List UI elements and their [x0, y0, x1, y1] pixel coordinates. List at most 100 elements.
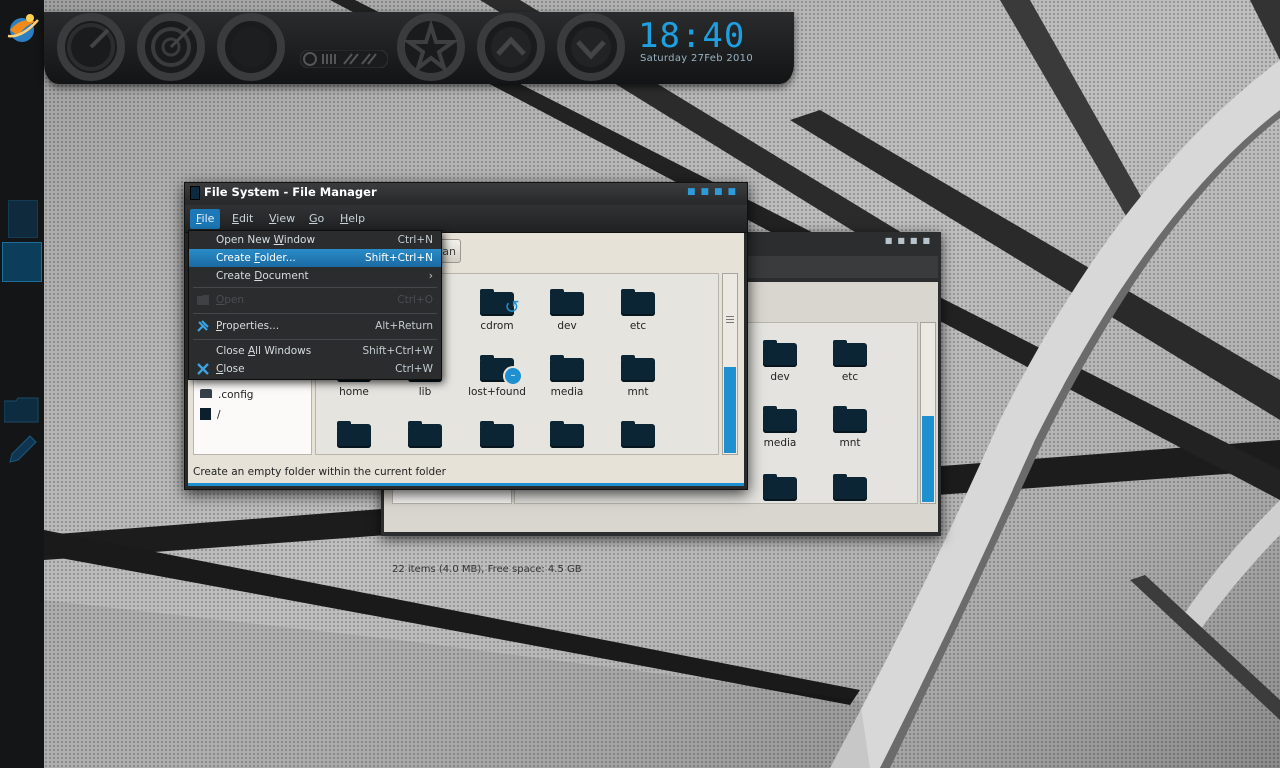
window-app-icon[interactable] — [190, 186, 200, 200]
close-icon — [197, 363, 209, 375]
menuitem-create-folder[interactable]: Create Folder... Shift+Ctrl+N — [189, 249, 441, 267]
file-label: cdrom — [480, 320, 514, 332]
menuitem-create-document[interactable]: Create Document › — [189, 267, 441, 285]
accelerator: Ctrl+N — [397, 234, 433, 246]
file-label: dev — [770, 371, 790, 383]
file-label: mnt — [627, 386, 649, 398]
accelerator: Ctrl+W — [395, 363, 433, 375]
status-accent-line — [188, 483, 744, 486]
file-item[interactable] — [462, 421, 532, 452]
menuitem-open-new-window[interactable]: Open New Window Ctrl+N — [189, 231, 441, 249]
status-bar: Create an empty folder within the curren… — [193, 466, 446, 478]
workspace-2-button[interactable] — [2, 242, 42, 282]
open-folder-icon — [197, 295, 209, 305]
file-item[interactable]: etc — [815, 340, 885, 383]
file-item[interactable] — [390, 421, 460, 452]
folder-icon — [833, 406, 867, 433]
file-item[interactable] — [319, 421, 389, 452]
window-titlebar[interactable]: File System - File Manager ■■■■ — [185, 183, 747, 201]
file-item[interactable]: media — [745, 406, 815, 449]
top-panel: 18:40 Saturday 27Feb 2010 — [44, 12, 794, 84]
menuitem-close[interactable]: Close Ctrl+W — [189, 360, 441, 378]
file-item[interactable] — [603, 421, 673, 452]
file-item-cdrom[interactable]: ↺ cdrom — [462, 289, 532, 332]
menu-separator — [193, 313, 437, 314]
target-gauge-icon[interactable] — [136, 12, 206, 82]
file-item[interactable]: mnt — [815, 406, 885, 449]
sidebar-item-label: / — [217, 409, 221, 421]
accelerator: Shift+Ctrl+W — [362, 345, 433, 357]
file-item-etc[interactable]: etc — [603, 289, 673, 332]
drive-icon — [200, 408, 211, 420]
down-arrow-launcher-icon[interactable] — [556, 12, 626, 82]
folder-icon — [480, 421, 514, 448]
left-dock — [0, 0, 44, 768]
file-label: media — [550, 386, 584, 398]
app-menu-logo-icon[interactable] — [4, 8, 40, 48]
file-item-dev[interactable]: dev — [532, 289, 602, 332]
ring-gauge-icon[interactable] — [216, 12, 286, 82]
menuitem-open: Open Ctrl+O — [189, 291, 441, 309]
file-label: etc — [841, 371, 859, 383]
window-controls[interactable]: ■■■■ — [885, 236, 935, 245]
folder-icon — [833, 474, 867, 501]
file-label: lost+found — [468, 386, 526, 398]
file-label: etc — [629, 320, 647, 332]
menubar: File Edit View Go Help — [185, 205, 747, 233]
scrollbar-thumb[interactable] — [922, 416, 934, 502]
menuitem-close-all-windows[interactable]: Close All Windows Shift+Ctrl+W — [189, 342, 441, 360]
menu-file[interactable]: File — [190, 209, 221, 229]
star-launcher-icon[interactable] — [396, 12, 466, 82]
pencil-launcher-icon[interactable] — [4, 432, 40, 466]
file-menu-dropdown: Open New Window Ctrl+N Create Folder... … — [188, 230, 442, 380]
menuitem-properties[interactable]: Properties... Alt+Return — [189, 317, 441, 335]
sidebar-item-root[interactable]: / — [200, 407, 221, 423]
file-label: mnt — [839, 437, 861, 449]
file-item-mnt[interactable]: mnt — [603, 355, 673, 398]
up-arrow-launcher-icon[interactable] — [476, 12, 546, 82]
vertical-scrollbar[interactable] — [722, 273, 738, 455]
file-label: media — [763, 437, 797, 449]
back-status-bar: 22 items (4.0 MB), Free space: 4.5 GB — [392, 564, 582, 575]
workspace-1-button[interactable] — [8, 200, 38, 238]
menu-separator — [193, 339, 437, 340]
sidebar-item-config[interactable]: .config — [200, 387, 253, 403]
menu-separator — [193, 287, 437, 288]
file-item[interactable] — [745, 474, 815, 505]
folder-icon — [621, 355, 655, 382]
system-tray[interactable] — [300, 50, 388, 68]
menu-edit[interactable]: Edit — [226, 209, 259, 229]
folder-icon — [550, 421, 584, 448]
symlink-arrow-icon: ↺ — [504, 297, 520, 318]
menu-go[interactable]: Go — [303, 209, 330, 229]
folder-icon — [763, 340, 797, 367]
accelerator: Shift+Ctrl+N — [365, 252, 433, 264]
scrollbar-grip — [726, 316, 734, 324]
folder-icon — [763, 406, 797, 433]
menu-view[interactable]: View — [263, 209, 301, 229]
folder-icon — [833, 340, 867, 367]
file-item-lost-found[interactable]: – lost+found — [462, 355, 532, 398]
folder-launcher-icon[interactable] — [3, 395, 40, 425]
folder-icon — [200, 389, 212, 398]
restricted-badge-icon: – — [503, 366, 523, 386]
window-controls[interactable]: ■■■■ — [687, 183, 741, 201]
clock-time: 18:40 — [638, 16, 746, 56]
window-title: File System - File Manager — [204, 185, 377, 199]
clock-date: Saturday 27Feb 2010 — [640, 53, 753, 64]
back-scrollbar[interactable] — [920, 322, 936, 504]
folder-icon — [408, 421, 442, 448]
menu-help[interactable]: Help — [334, 209, 371, 229]
cpu-gauge-icon[interactable] — [56, 12, 126, 82]
folder-icon — [621, 289, 655, 316]
file-item[interactable] — [815, 474, 885, 505]
folder-icon — [763, 474, 797, 501]
file-label: home — [339, 386, 369, 398]
file-item[interactable] — [532, 421, 602, 452]
file-label: lib — [418, 386, 432, 398]
folder-icon — [337, 421, 371, 448]
file-item[interactable]: dev — [745, 340, 815, 383]
properties-tools-icon — [197, 320, 209, 332]
file-item-media[interactable]: media — [532, 355, 602, 398]
scrollbar-thumb[interactable] — [724, 367, 736, 453]
